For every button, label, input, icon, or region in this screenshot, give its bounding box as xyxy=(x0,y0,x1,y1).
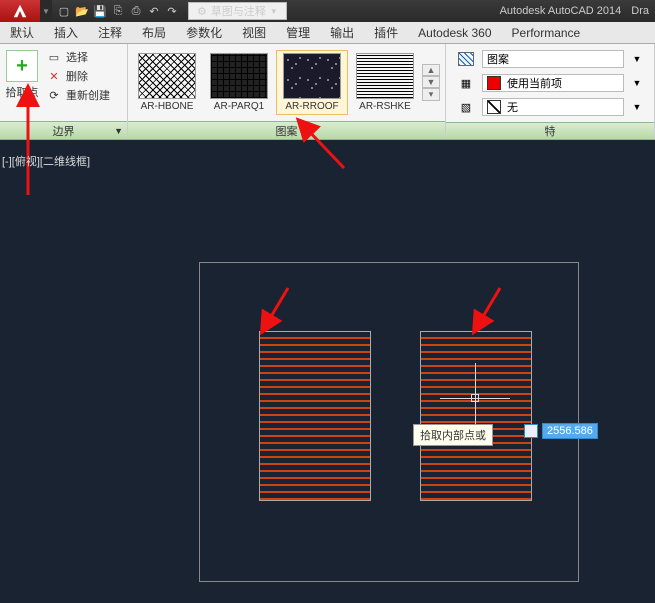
pattern-ar-rroof[interactable]: AR-RROOF xyxy=(276,50,348,115)
redo-icon[interactable]: ↷ xyxy=(164,3,180,19)
background-icon: ▧ xyxy=(456,99,476,115)
pattern-next-button[interactable]: ▼ xyxy=(422,76,440,88)
pattern-prev-button[interactable]: ▲ xyxy=(422,64,440,76)
open-icon[interactable]: 📂 xyxy=(74,3,90,19)
titlebar: ▼ ▢ 📂 💾 ⎘ ⎙ ↶ ↷ ⚙ 草图与注释 ▼ Autodesk AutoC… xyxy=(0,0,655,22)
color-swatch-red xyxy=(487,76,501,90)
pick-points-button[interactable]: + 拾取点 xyxy=(4,48,40,117)
app-menu-button[interactable] xyxy=(0,0,40,22)
tab-view[interactable]: 视图 xyxy=(232,22,276,44)
none-swatch xyxy=(487,100,501,114)
undo-icon[interactable]: ↶ xyxy=(146,3,162,19)
tab-manage[interactable]: 管理 xyxy=(276,22,320,44)
delete-button[interactable]: ✕删除 xyxy=(42,67,114,85)
workspace-selector[interactable]: ⚙ 草图与注释 ▼ xyxy=(188,2,287,20)
workspace-label: 草图与注释 xyxy=(211,3,266,19)
pattern-gallery-nav: ▲ ▼ ▾ xyxy=(422,64,440,101)
chevron-down-icon: ▼ xyxy=(630,102,644,112)
drawing-viewport[interactable]: 拾取内部点或 2556.586 xyxy=(0,148,655,603)
panel-pattern: AR-HBONE AR-PARQ1 AR-RROOF AR-RSHKE ▲ ▼ … xyxy=(128,44,446,139)
tab-output[interactable]: 输出 xyxy=(320,22,364,44)
ribbon-tabs: 默认 插入 注释 布局 参数化 视图 管理 输出 插件 Autodesk 360… xyxy=(0,22,655,44)
prop-pattern-type[interactable]: 图案 ▼ xyxy=(450,48,650,70)
plus-icon: + xyxy=(16,55,28,78)
save-icon[interactable]: 💾 xyxy=(92,3,108,19)
app-menu-arrow[interactable]: ▼ xyxy=(40,0,52,22)
ribbon: + 拾取点 ▭选择 ✕删除 ⟳重新创建 边界▼ AR-HBONE AR-PARQ… xyxy=(0,44,655,140)
tab-layout[interactable]: 布局 xyxy=(132,22,176,44)
tab-default[interactable]: 默认 xyxy=(0,22,44,44)
command-tooltip: 拾取内部点或 xyxy=(413,424,493,446)
panel-expand-icon[interactable]: ▼ xyxy=(114,126,123,136)
color-picker-icon: ▦ xyxy=(456,75,476,91)
dynamic-input-icon xyxy=(524,424,538,438)
chevron-down-icon: ▼ xyxy=(630,78,644,88)
prop-background[interactable]: ▧ 无 ▼ xyxy=(450,96,650,118)
pattern-swatch xyxy=(210,53,268,99)
coordinate-value[interactable]: 2556.586 xyxy=(542,423,598,439)
tab-parametric[interactable]: 参数化 xyxy=(176,22,232,44)
viewport-label[interactable]: [-][俯视][二维线框] xyxy=(2,153,90,169)
select-icon: ▭ xyxy=(46,49,62,65)
pattern-ar-parq1[interactable]: AR-PARQ1 xyxy=(204,51,274,114)
hatched-rectangle-right[interactable] xyxy=(420,331,532,501)
gear-icon: ⚙ xyxy=(197,5,207,18)
tab-insert[interactable]: 插入 xyxy=(44,22,88,44)
pattern-ar-hbone[interactable]: AR-HBONE xyxy=(132,51,202,114)
dynamic-input: 2556.586 xyxy=(524,423,598,439)
pattern-swatch xyxy=(356,53,414,99)
app-title: Autodesk AutoCAD 2014 xyxy=(500,5,622,17)
tab-performance[interactable]: Performance xyxy=(502,22,591,44)
panel-properties: 图案 ▼ ▦ 使用当前项 ▼ ▧ 无 ▼ 特 xyxy=(446,44,655,139)
quick-access-toolbar: ▢ 📂 💾 ⎘ ⎙ ↶ ↷ xyxy=(52,3,184,19)
tab-a360[interactable]: Autodesk 360 xyxy=(408,22,501,44)
tab-annotate[interactable]: 注释 xyxy=(88,22,132,44)
pattern-expand-button[interactable]: ▾ xyxy=(422,88,440,101)
hatched-rectangle-left[interactable] xyxy=(259,331,371,501)
panel-boundary: + 拾取点 ▭选择 ✕删除 ⟳重新创建 边界▼ xyxy=(0,44,128,139)
recreate-icon: ⟳ xyxy=(46,87,62,103)
app-title-suffix: Dra xyxy=(631,5,649,17)
pattern-swatch xyxy=(283,53,341,99)
recreate-button[interactable]: ⟳重新创建 xyxy=(42,86,114,104)
new-icon[interactable]: ▢ xyxy=(56,3,72,19)
chevron-down-icon: ▼ xyxy=(630,54,644,64)
hatch-icon xyxy=(458,52,474,66)
pattern-swatch xyxy=(138,53,196,99)
chevron-down-icon: ▼ xyxy=(270,7,278,16)
tab-plugins[interactable]: 插件 xyxy=(364,22,408,44)
delete-icon: ✕ xyxy=(46,68,62,84)
prop-color[interactable]: ▦ 使用当前项 ▼ xyxy=(450,72,650,94)
select-button[interactable]: ▭选择 xyxy=(42,48,114,66)
saveas-icon[interactable]: ⎘ xyxy=(110,3,126,19)
pattern-ar-rshke[interactable]: AR-RSHKE xyxy=(350,51,420,114)
print-icon[interactable]: ⎙ xyxy=(128,3,144,19)
